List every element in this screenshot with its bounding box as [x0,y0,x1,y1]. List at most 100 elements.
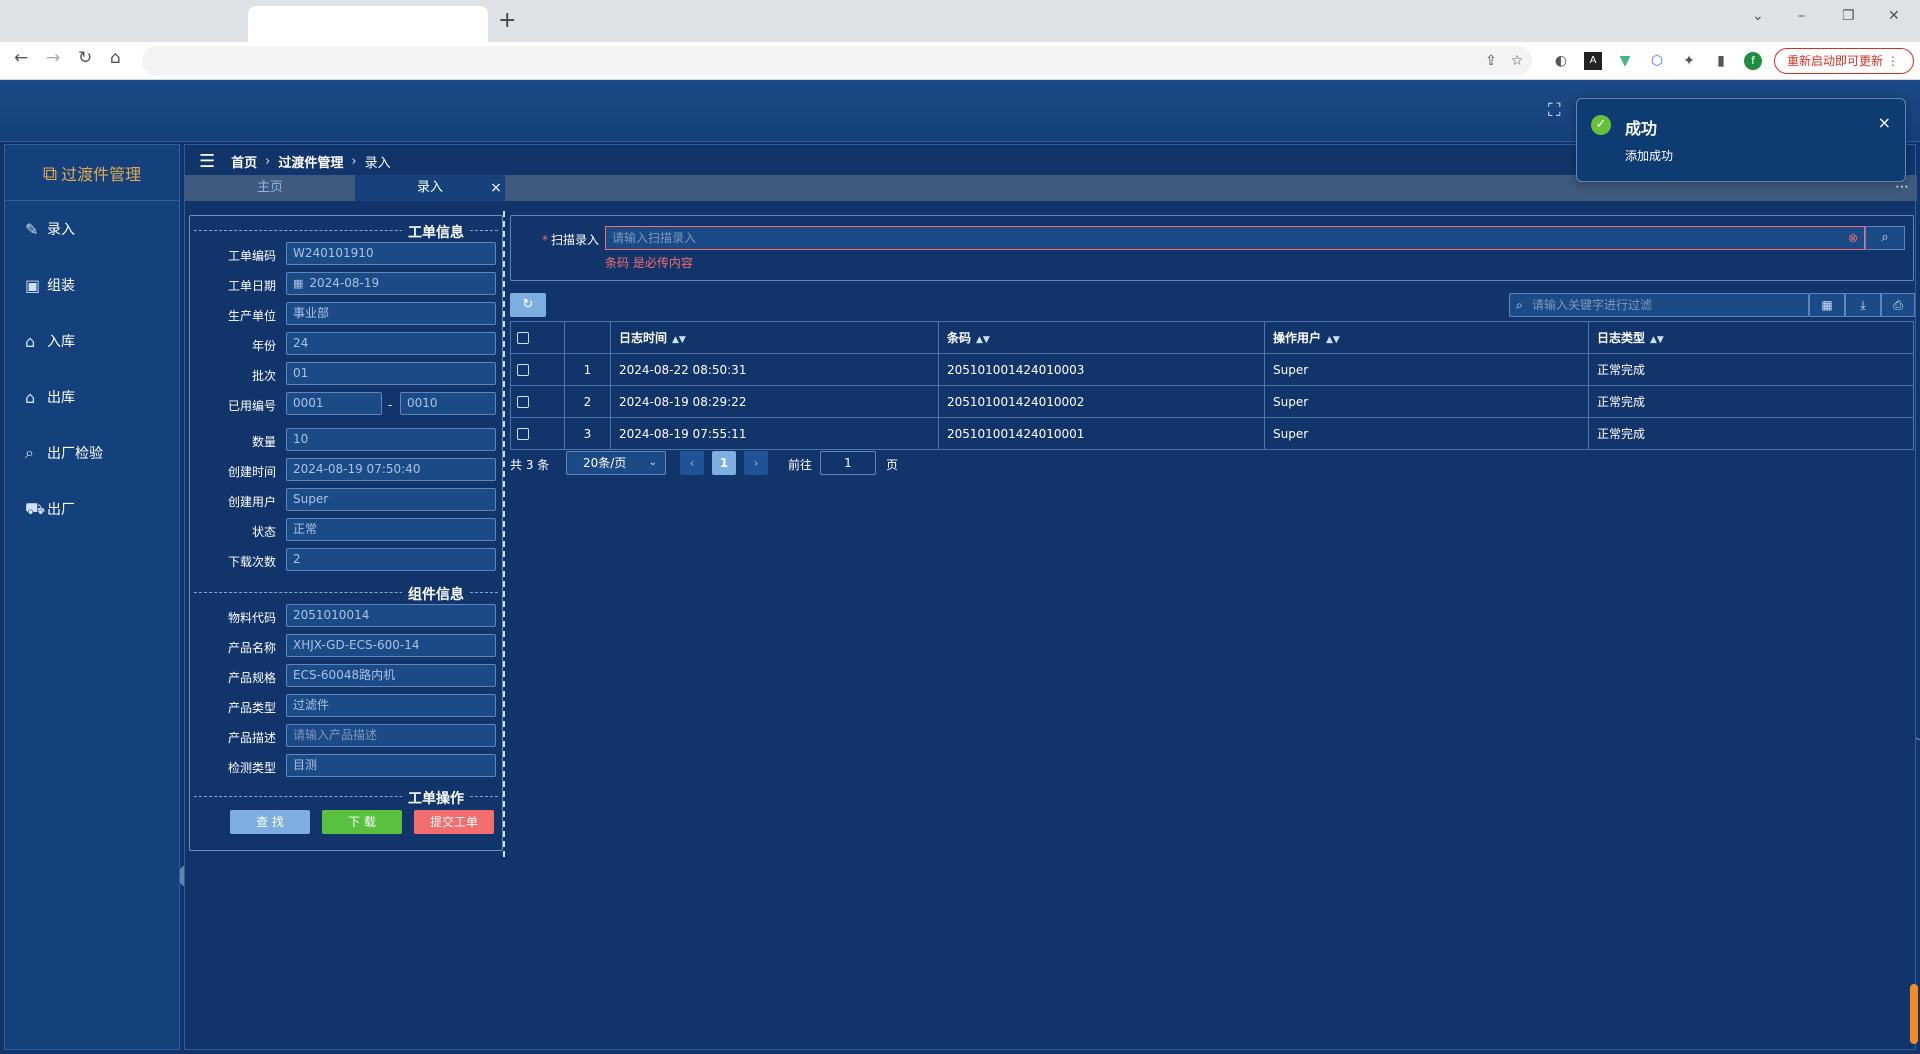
extensions-puzzle-icon[interactable]: ✦ [1680,52,1698,70]
scan-placeholder: 请输入扫描录入 [612,231,697,245]
sort-icon[interactable]: ▲▼ [1326,335,1340,345]
product-desc-input[interactable]: 请输入产品描述 [286,724,496,747]
table-row[interactable]: 1 2024-08-22 08:50:31 205101001424010003… [510,353,1914,386]
cell-code: 205101001424010001 [938,417,1265,450]
used-number-from-input[interactable]: 0001 [286,392,382,415]
clear-icon[interactable]: ⊗ [1848,227,1858,249]
product-name-input[interactable]: XHJX-GD-ECS-600-14 [286,634,496,657]
extension-icon-1[interactable]: ◐ [1552,52,1570,70]
sort-icon[interactable]: ▲▼ [672,335,686,345]
sidebar-item-assemble[interactable]: ▣ 组装 [5,257,179,313]
created-time-input[interactable]: 2024-08-19 07:50:40 [286,458,496,481]
used-number-to-input[interactable]: 0010 [400,392,496,415]
extension-icon-2[interactable]: A [1584,52,1602,70]
extension-icon-4[interactable]: ⬡ [1648,52,1666,70]
column-header-user[interactable]: 操作用户 ▲▼ [1264,321,1589,354]
field-label: 批次 [251,369,276,383]
sidebar-item-label: 出库 [47,390,75,406]
tab-close-icon[interactable]: × [485,175,507,201]
filter-input[interactable]: ⌕ 请输入关键字进行过滤 [1509,293,1809,317]
next-page-button[interactable]: › [744,451,768,475]
fullscreen-icon[interactable]: ⛶ [1548,100,1561,121]
update-button[interactable]: 重新启动即可更新 ⋮ [1774,48,1914,74]
refresh-button[interactable]: ↻ [510,293,546,317]
bookmark-star-icon[interactable]: ☆ [1508,52,1526,70]
sort-icon[interactable]: ▲▼ [976,335,990,345]
page-size-select[interactable]: 20条/页 ⌄ [566,451,666,475]
sidebar-item-warehouse-in[interactable]: ⌂ 入库 [5,313,179,369]
row-checkbox[interactable] [517,396,529,408]
select-all-checkbox-cell[interactable] [510,321,565,354]
sidebar-item-entry[interactable]: ✎ 录入 [5,201,179,257]
sidebar-item-warehouse-out[interactable]: ⌂ 出库 [5,369,179,425]
profile-avatar[interactable]: f [1744,52,1762,70]
prev-page-button[interactable]: ‹ [680,451,704,475]
select-all-checkbox[interactable] [517,332,529,344]
year-input[interactable]: 24 [286,332,496,355]
submit-order-button[interactable]: 提交工单 [414,810,494,834]
quantity-input[interactable]: 10 [286,428,496,451]
download-button[interactable]: 下 载 [322,810,402,834]
scan-input[interactable]: 请输入扫描录入 ⊗ [605,226,1865,250]
production-unit-input[interactable]: 事业部 [286,302,496,325]
field-inspect-type: 检测类型 目测 [190,754,504,778]
row-checkbox-cell[interactable] [510,385,565,418]
row-checkbox-cell[interactable] [510,417,565,450]
sidebar-item-inspect[interactable]: ⌕ 出厂检验 [5,425,179,481]
goto-page-input[interactable]: 1 [820,451,876,475]
tab-home[interactable]: 主页 [185,175,355,201]
browser-tab-active[interactable] [248,6,488,42]
print-button[interactable]: ⎙ [1881,293,1915,317]
product-spec-input[interactable]: ECS-60048路内机 [286,664,496,687]
table-row[interactable]: 3 2024-08-19 07:55:11 205101001424010001… [510,417,1914,450]
order-code-input[interactable]: W240101910 [286,242,496,265]
inspect-type-input[interactable]: 目测 [286,754,496,777]
sidebar-item-ship[interactable]: ⛟ 出厂 [5,481,179,537]
minimize-icon[interactable]: – [1798,8,1805,24]
field-label: 工单编码 [227,249,276,263]
field-production-unit: 生产单位 事业部 [190,302,504,326]
columns-button[interactable]: ▦ [1809,293,1845,317]
close-icon[interactable]: × [1878,113,1891,132]
home-icon[interactable]: ⌂ [110,48,121,68]
address-bar[interactable]: ⇪ ☆ [142,46,1532,76]
export-button[interactable]: ⤓ [1845,293,1881,317]
field-label: 生产单位 [227,309,276,323]
page-number-current[interactable]: 1 [712,451,736,475]
scan-search-button[interactable]: ⌕ [1865,226,1905,250]
side-panel-icon[interactable]: ▮ [1712,52,1730,70]
window-close-icon[interactable]: ✕ [1888,8,1900,24]
panel-splitter[interactable] [503,211,506,857]
material-code-input[interactable]: 2051010014 [286,604,496,627]
row-checkbox[interactable] [517,364,529,376]
menu-toggle-icon[interactable]: ☰ [199,151,215,172]
back-icon[interactable]: ← [14,48,28,68]
find-button[interactable]: 查 找 [230,810,310,834]
share-icon[interactable]: ⇪ [1482,52,1500,70]
download-count-input[interactable]: 2 [286,548,496,571]
scrollbar-thumb[interactable] [1910,984,1918,1044]
table-row[interactable]: 2 2024-08-19 08:29:22 205101001424010002… [510,385,1914,418]
vue-devtools-icon[interactable]: ▼ [1616,52,1634,70]
tab-search-icon[interactable]: ⌄ [1752,8,1764,24]
browser-tab-inactive[interactable] [0,6,248,42]
restore-icon[interactable]: ❐ [1842,8,1855,24]
reload-icon[interactable]: ↻ [78,48,92,68]
tab-entry[interactable]: 录入 [355,175,505,201]
forward-icon[interactable]: → [46,48,60,68]
breadcrumb-home[interactable]: 首页 [231,152,257,171]
sort-icon[interactable]: ▲▼ [1650,335,1664,345]
batch-input[interactable]: 01 [286,362,496,385]
column-header-type[interactable]: 日志类型 ▲▼ [1588,321,1914,354]
new-tab-button[interactable]: + [498,8,516,33]
goto-label: 前往 [788,458,813,472]
row-checkbox[interactable] [517,428,529,440]
status-input[interactable]: 正常 [286,518,496,541]
column-header-time[interactable]: 日志时间 ▲▼ [610,321,939,354]
column-header-code[interactable]: 条码 ▲▼ [938,321,1265,354]
product-type-input[interactable]: 过滤件 [286,694,496,717]
created-user-input[interactable]: Super [286,488,496,511]
row-checkbox-cell[interactable] [510,353,565,386]
order-date-input[interactable]: ▦ 2024-08-19 [286,272,496,295]
breadcrumb-module[interactable]: 过渡件管理 [278,152,343,171]
